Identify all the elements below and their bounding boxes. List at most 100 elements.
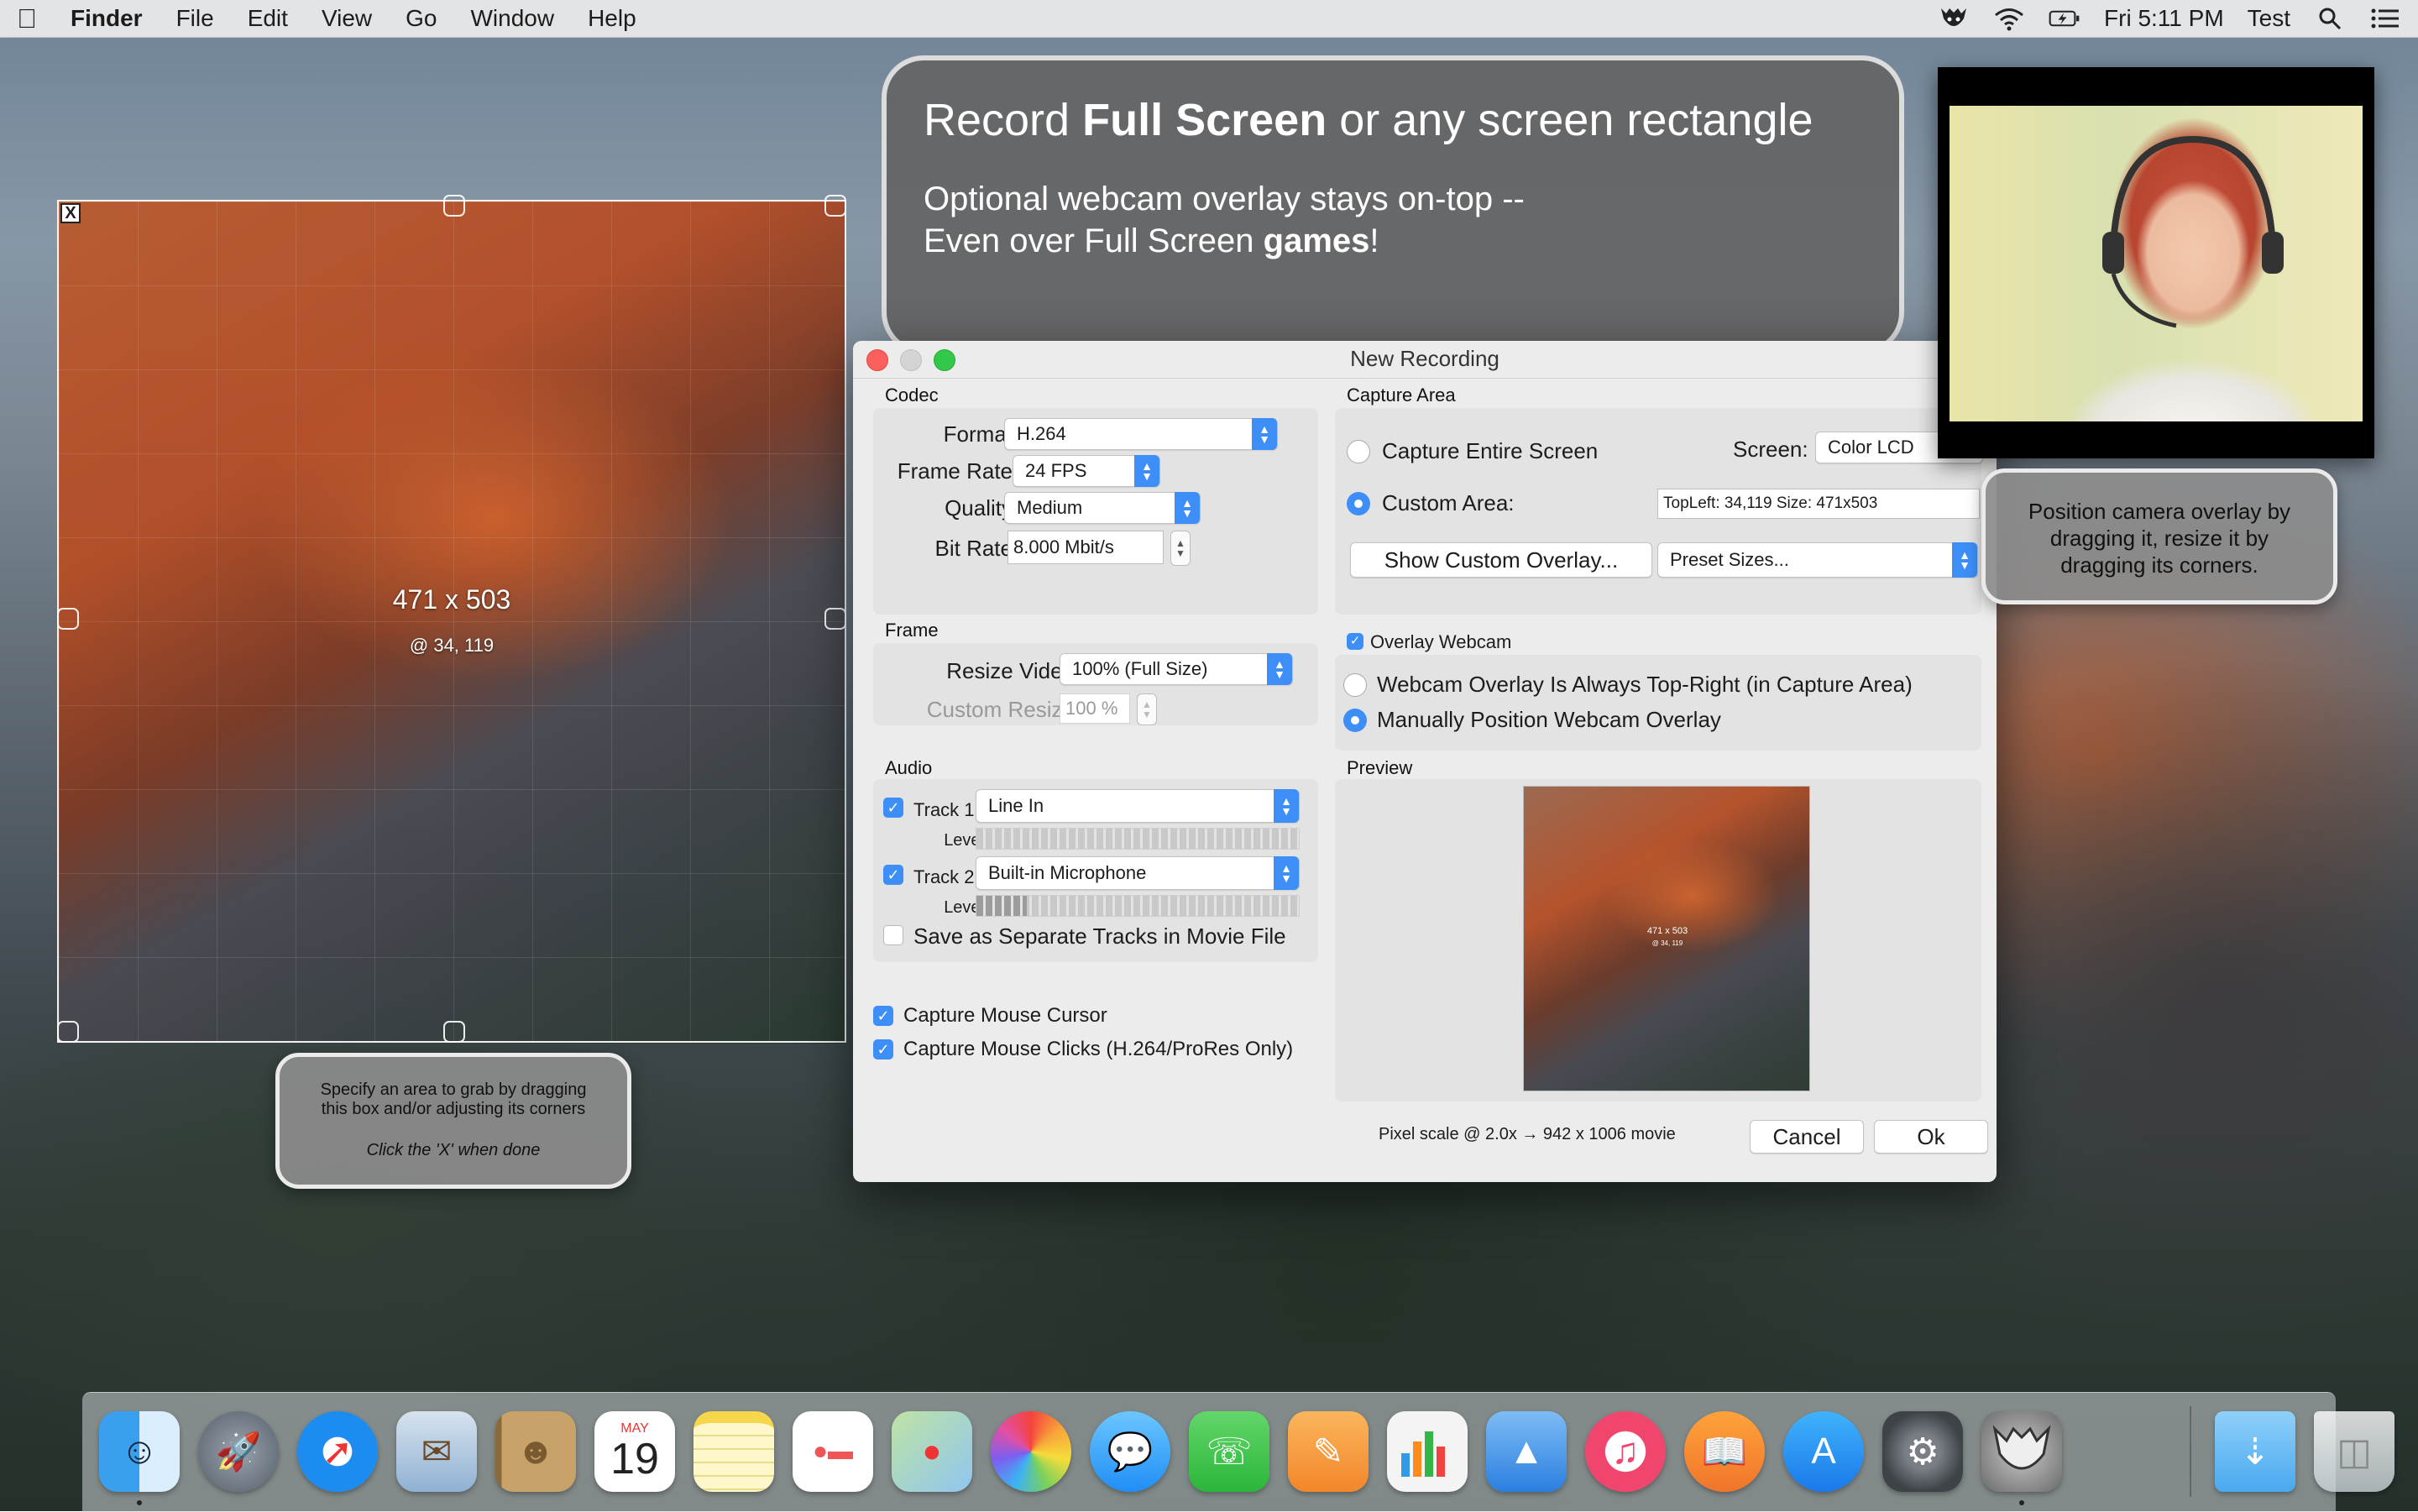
battery-charging-icon[interactable] <box>2049 6 2080 31</box>
webcam-top-right-radio[interactable] <box>1343 673 1367 697</box>
menu-bar:  Finder File Edit View Go Window Help F… <box>0 0 2418 38</box>
selection-handle-bottom-left[interactable] <box>57 1021 79 1043</box>
format-popup[interactable]: H.264 ▲ ▼ <box>1004 418 1278 450</box>
format-label: Format <box>943 421 1013 447</box>
webcam-manual-radio[interactable] <box>1343 709 1367 732</box>
format-value: H.264 <box>1017 423 1066 444</box>
contacts-icon[interactable]: ☻ <box>495 1411 576 1492</box>
system-preferences-icon[interactable]: ⚙ <box>1882 1411 1963 1492</box>
frame-rate-value: 24 FPS <box>1025 460 1087 481</box>
custom-area-radio[interactable] <box>1347 492 1370 515</box>
track1-checkbox[interactable]: ✓ <box>883 798 903 818</box>
capture-area-section-title: Capture Area <box>1347 385 1456 405</box>
menu-go[interactable]: Go <box>389 5 453 32</box>
custom-resize-label: Custom Resize <box>926 697 1075 722</box>
callout-line: Specify an area to grab by dragging <box>320 1080 587 1099</box>
capture-cursor-label: Capture Mouse Cursor <box>903 1004 1107 1027</box>
track1-popup[interactable]: Line In ▲ ▼ <box>976 789 1300 823</box>
capture-cursor-checkbox[interactable]: ✓ <box>873 1006 893 1026</box>
cancel-button[interactable]: Cancel <box>1750 1120 1864 1154</box>
subheadline-bold: games <box>1263 222 1370 259</box>
capture-entire-radio[interactable] <box>1347 440 1370 463</box>
webcam-group <box>1335 655 1981 751</box>
selection-handle-top-right[interactable] <box>824 195 846 217</box>
mail-icon[interactable]: ✉ <box>396 1411 477 1492</box>
messages-icon[interactable]: 💬 <box>1090 1411 1170 1492</box>
menu-view[interactable]: View <box>305 5 389 32</box>
quality-popup[interactable]: Medium ▲ ▼ <box>1004 492 1201 524</box>
wifi-icon[interactable] <box>1993 6 2025 31</box>
dialog-titlebar[interactable]: New Recording <box>853 341 1997 379</box>
screen-recorder-app-icon[interactable] <box>1981 1411 2062 1492</box>
separate-tracks-label: Save as Separate Tracks in Movie File <box>913 923 1286 949</box>
apple-menu-icon[interactable]:  <box>0 3 54 34</box>
track2-checkbox[interactable]: ✓ <box>883 865 903 885</box>
pages-icon[interactable]: ✎ <box>1288 1411 1369 1492</box>
bit-rate-label: Bit Rate <box>934 536 1013 561</box>
track1-value: Line In <box>988 795 1044 816</box>
menu-user[interactable]: Test <box>2248 5 2290 32</box>
feature-headline-callout: Record Full Screen or any screen rectang… <box>882 55 1904 354</box>
callout-line: dragging its corners. <box>2060 552 2258 578</box>
spotlight-icon[interactable] <box>2314 6 2346 31</box>
selection-close-button[interactable]: X <box>60 203 81 223</box>
trash-icon[interactable]: ◫ <box>2314 1411 2394 1492</box>
headline-bold: Full Screen <box>1082 95 1327 145</box>
preset-sizes-popup[interactable]: Preset Sizes... ▲ ▼ <box>1657 542 1978 578</box>
numbers-icon[interactable] <box>1387 1411 1468 1492</box>
quality-value: Medium <box>1017 497 1083 518</box>
keynote-icon[interactable]: ▲ <box>1486 1411 1567 1492</box>
menu-clock[interactable]: Fri 5:11 PM <box>2104 5 2224 32</box>
facetime-icon[interactable]: ☏ <box>1189 1411 1269 1492</box>
finder-icon[interactable]: ☺ <box>99 1411 180 1492</box>
capture-selection-box[interactable] <box>57 200 846 1043</box>
menu-app-name[interactable]: Finder <box>54 5 160 32</box>
webcam-help-callout: Position camera overlay by dragging it, … <box>1981 468 2337 604</box>
selection-help-callout: Specify an area to grab by dragging this… <box>275 1053 631 1189</box>
frame-rate-popup[interactable]: 24 FPS ▲ ▼ <box>1013 455 1160 487</box>
selection-handle-bottom[interactable] <box>443 1021 465 1043</box>
capture-entire-label: Capture Entire Screen <box>1382 438 1599 463</box>
separate-tracks-checkbox[interactable] <box>883 925 903 945</box>
resize-video-value: 100% (Full Size) <box>1072 658 1208 679</box>
overlay-webcam-checkbox[interactable]: ✓ <box>1347 633 1363 650</box>
bit-rate-field[interactable]: 8.000 Mbit/s <box>1008 531 1164 564</box>
new-recording-dialog: New Recording Codec Format H.264 ▲ ▼ Fram… <box>853 341 1997 1182</box>
selection-size-label: 471 x 503 <box>392 584 511 615</box>
custom-area-field[interactable]: TopLeft: 34,119 Size: 471x503 <box>1657 489 1980 519</box>
menu-help[interactable]: Help <box>571 5 653 32</box>
resize-video-popup[interactable]: 100% (Full Size) ▲ ▼ <box>1060 653 1293 685</box>
show-custom-overlay-button[interactable]: Show Custom Overlay... <box>1350 542 1652 578</box>
webcam-overlay[interactable] <box>1938 67 2374 458</box>
photos-icon[interactable] <box>991 1411 1071 1492</box>
maps-icon[interactable]: ● <box>892 1411 972 1492</box>
calendar-icon[interactable]: MAY 19 <box>594 1411 675 1492</box>
bit-rate-stepper[interactable]: ▲ ▼ <box>1170 531 1191 566</box>
downloads-folder-icon[interactable]: ⇣ <box>2215 1411 2295 1492</box>
notes-icon[interactable] <box>693 1411 774 1492</box>
menu-window[interactable]: Window <box>453 5 571 32</box>
screen-recorder-icon[interactable] <box>1938 6 1970 31</box>
track2-label: Track 2 <box>913 866 975 887</box>
notification-center-icon[interactable] <box>2369 6 2401 31</box>
reminders-icon[interactable]: ●▬ <box>793 1411 873 1492</box>
popup-arrows-icon: ▲ ▼ <box>1952 542 1977 578</box>
ibooks-icon[interactable]: 📖 <box>1684 1411 1765 1492</box>
ok-button[interactable]: Ok <box>1874 1120 1988 1154</box>
track2-popup[interactable]: Built-in Microphone ▲ ▼ <box>976 856 1300 890</box>
popup-arrows-icon: ▲ ▼ <box>1274 789 1299 823</box>
headline-text: Record <box>924 95 1083 145</box>
frame-rate-label: Frame Rate <box>897 458 1013 484</box>
capture-clicks-checkbox[interactable]: ✓ <box>873 1039 893 1059</box>
itunes-icon[interactable]: ♫ <box>1585 1411 1666 1492</box>
headline-text: or any screen rectangle <box>1327 95 1814 145</box>
safari-icon[interactable]: ➚ <box>297 1411 378 1492</box>
custom-resize-field: 100 % <box>1060 693 1130 724</box>
popup-arrows-icon: ▲ ▼ <box>1134 455 1159 487</box>
menu-edit[interactable]: Edit <box>231 5 305 32</box>
preview-section-title: Preview <box>1347 757 1413 778</box>
menu-file[interactable]: File <box>160 5 231 32</box>
launchpad-icon[interactable]: 🚀 <box>198 1411 279 1492</box>
selection-handle-top[interactable] <box>443 195 465 217</box>
app-store-icon[interactable]: A <box>1783 1411 1864 1492</box>
